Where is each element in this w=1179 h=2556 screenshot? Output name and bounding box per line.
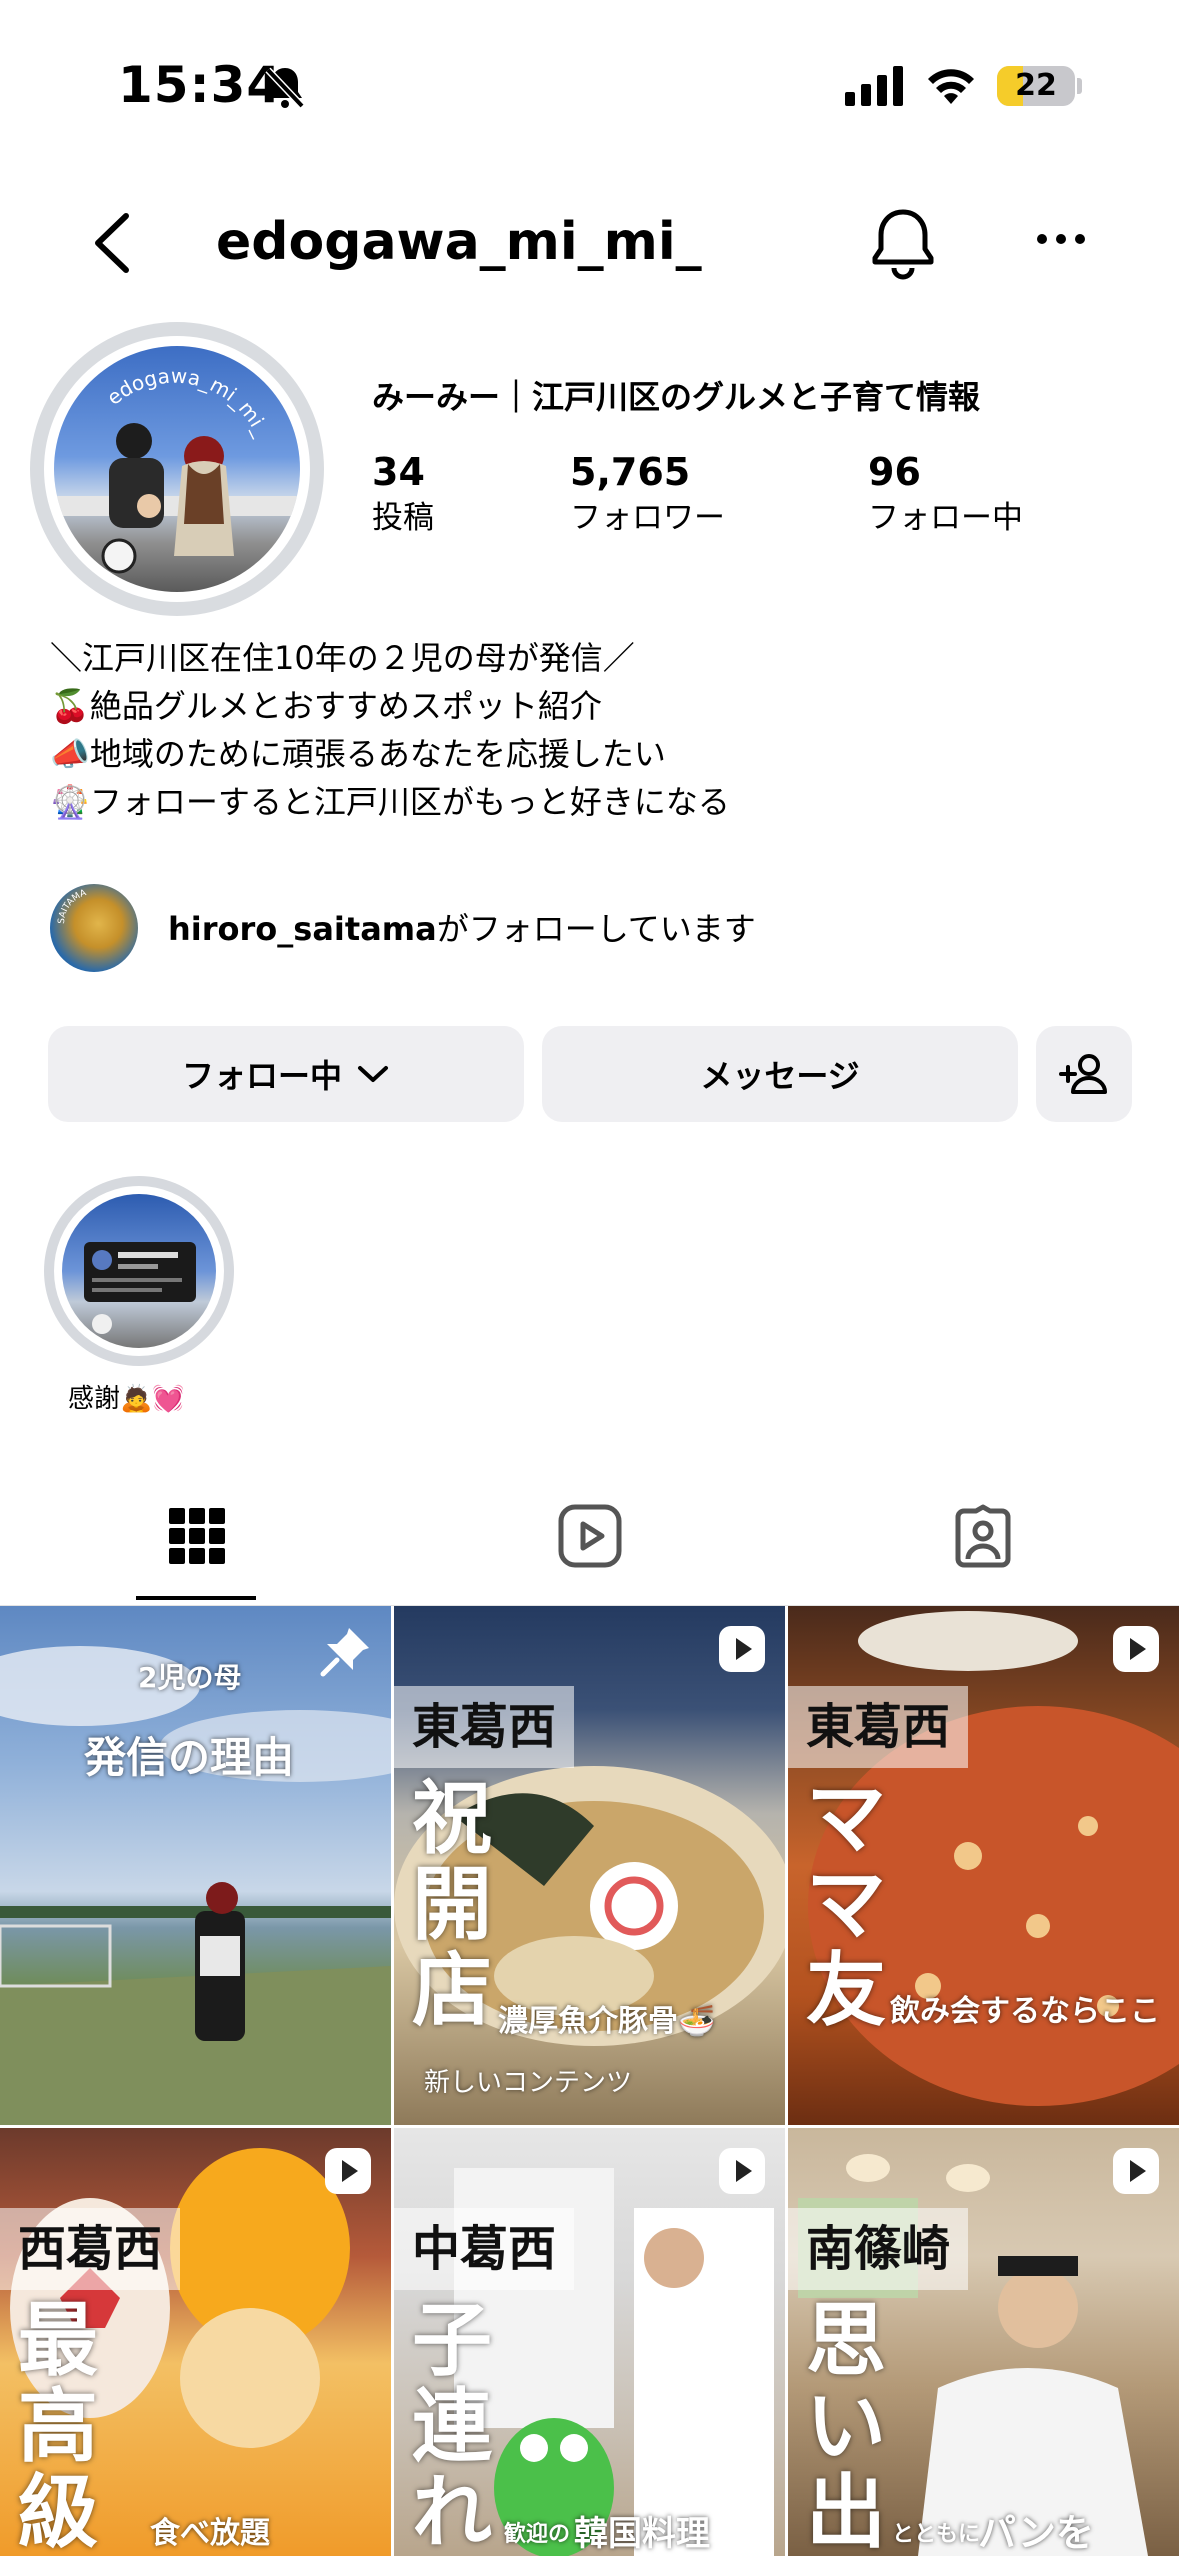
reels-icon bbox=[558, 1504, 621, 1568]
profile-tabs bbox=[0, 1466, 1179, 1606]
stat-label: フォロー中 bbox=[868, 500, 1023, 536]
notification-bell-icon[interactable] bbox=[868, 206, 938, 280]
post-overlay-sub-small: 歓迎の bbox=[504, 2522, 571, 2547]
stat-posts[interactable]: 34 投稿 bbox=[372, 448, 434, 540]
post-overlay-title: 発信の理由 bbox=[84, 1733, 295, 1782]
post-overlay-big: ママ友 bbox=[806, 1772, 886, 2037]
post-overlay-big: 祝開店 bbox=[412, 1772, 492, 2037]
battery-level: 22 bbox=[1015, 68, 1057, 103]
stat-label: フォロワー bbox=[570, 500, 725, 536]
post-overlay-sub: 韓国料理 bbox=[574, 2514, 710, 2554]
post-tile[interactable]: 2児の母 発信の理由 bbox=[0, 1606, 391, 2125]
post-tile[interactable]: 東葛西 ママ友 飲み会するならここ bbox=[788, 1606, 1179, 2125]
post-location-tag: 南篠崎 bbox=[788, 2208, 969, 2290]
reel-icon bbox=[719, 2148, 765, 2194]
stat-following[interactable]: 96 フォロー中 bbox=[868, 448, 1023, 540]
post-location-tag: 東葛西 bbox=[788, 1686, 969, 1768]
post-overlay-big: 最高級 bbox=[18, 2294, 98, 2556]
tab-tagged[interactable] bbox=[786, 1466, 1179, 1606]
posts-grid: 2児の母 発信の理由 東葛西 祝開店 濃厚魚介豚骨🍜 新しいコンテンツ 東葛西 … bbox=[0, 1606, 1179, 2556]
chevron-down-icon bbox=[358, 1066, 388, 1082]
cellular-signal-icon bbox=[845, 66, 903, 106]
reel-icon bbox=[325, 2148, 371, 2194]
message-label: メッセージ bbox=[700, 1057, 860, 1095]
message-button[interactable]: メッセージ bbox=[542, 1026, 1018, 1122]
tab-posts-grid[interactable] bbox=[0, 1466, 393, 1606]
stat-value: 34 bbox=[372, 450, 425, 494]
follower-username[interactable]: hiroro_saitama bbox=[168, 910, 437, 948]
follower-avatar: SAITAMA bbox=[50, 884, 138, 972]
post-caption: 新しいコンテンツ bbox=[424, 2068, 633, 2098]
stat-value: 5,765 bbox=[570, 450, 691, 494]
post-overlay-sub-small: とともに bbox=[892, 2522, 981, 2547]
grid-icon bbox=[168, 1508, 225, 1564]
tagged-person-icon bbox=[955, 1504, 1010, 1568]
highlight-label: 感謝🙇💓 bbox=[68, 1384, 185, 1414]
stat-followers[interactable]: 5,765 フォロワー bbox=[570, 448, 725, 540]
post-tile[interactable]: 南篠崎 思い出 とともに パンを bbox=[788, 2128, 1179, 2556]
post-overlay-big: 子連れ bbox=[412, 2294, 492, 2556]
profile-avatar[interactable]: edogawa_mi_mi_ bbox=[30, 322, 324, 616]
reel-icon bbox=[1113, 1626, 1159, 1672]
svg-text:SAITAMA: SAITAMA bbox=[57, 888, 89, 924]
post-tile[interactable]: 西葛西 最高級 食べ放題 bbox=[0, 2128, 391, 2556]
clock: 15:34 bbox=[118, 56, 283, 114]
silent-bell-icon bbox=[265, 67, 305, 109]
active-tab-indicator bbox=[136, 1596, 256, 1600]
post-location-tag: 西葛西 bbox=[0, 2208, 181, 2290]
followed-by-suffix: がフォローしています bbox=[436, 910, 756, 948]
bio-line: ＼江戸川区在住10年の２児の母が発信／ bbox=[50, 639, 635, 677]
post-overlay-sub: パンを bbox=[978, 2511, 1094, 2555]
story-highlight[interactable] bbox=[44, 1176, 234, 1366]
post-location-tag: 中葛西 bbox=[394, 2208, 575, 2290]
followed-by-text: hiroro_saitamaがフォローしています bbox=[168, 904, 756, 950]
post-location-tag: 東葛西 bbox=[394, 1686, 575, 1768]
post-overlay-sub: 飲み会するならここ bbox=[890, 1994, 1160, 2029]
following-label: フォロー中 bbox=[181, 1057, 342, 1095]
profile-username: edogawa_mi_mi_ bbox=[216, 212, 702, 272]
following-button[interactable]: フォロー中 bbox=[48, 1026, 524, 1122]
post-overlay-small: 2児の母 bbox=[138, 1661, 242, 1694]
pinned-icon bbox=[320, 1628, 369, 1677]
follower-avatar-text: SAITAMA bbox=[57, 888, 89, 924]
suggested-users-button[interactable] bbox=[1036, 1026, 1132, 1122]
highlight-cover bbox=[62, 1194, 216, 1348]
stat-label: 投稿 bbox=[372, 500, 434, 536]
more-options-icon[interactable] bbox=[1036, 232, 1086, 246]
avatar-photo: edogawa_mi_mi_ bbox=[54, 346, 300, 592]
wifi-icon bbox=[928, 69, 974, 104]
add-person-icon bbox=[1059, 1054, 1107, 1094]
profile-bio: ＼江戸川区在住10年の２児の母が発信／ 🍒絶品グルメとおすすめスポット紹介 📣地… bbox=[50, 634, 730, 826]
post-overlay-big: 思い出 bbox=[806, 2294, 886, 2556]
bio-line: 🎡フォローすると江戸川区がもっと好きになる bbox=[50, 783, 730, 821]
post-tile[interactable]: 東葛西 祝開店 濃厚魚介豚骨🍜 新しいコンテンツ bbox=[394, 1606, 785, 2125]
post-overlay-sub: 濃厚魚介豚骨🍜 bbox=[498, 2004, 716, 2039]
bio-line: 🍒絶品グルメとおすすめスポット紹介 bbox=[50, 687, 602, 725]
tab-reels[interactable] bbox=[393, 1466, 786, 1606]
bio-line: 📣地域のために頑張るあなたを応援したい bbox=[50, 735, 666, 773]
battery-indicator: 22 bbox=[997, 66, 1075, 106]
post-overlay-sub: 食べ放題 bbox=[150, 2516, 270, 2551]
display-name: みーみー｜江戸川区のグルメと子育て情報 bbox=[372, 378, 981, 416]
stat-value: 96 bbox=[868, 450, 921, 494]
post-tile[interactable]: 中葛西 子連れ 歓迎の 韓国料理 bbox=[394, 2128, 785, 2556]
back-icon[interactable] bbox=[88, 210, 138, 276]
reel-icon bbox=[1113, 2148, 1159, 2194]
reel-icon bbox=[719, 1626, 765, 1672]
status-bar: 15:34 22 bbox=[0, 0, 1179, 160]
